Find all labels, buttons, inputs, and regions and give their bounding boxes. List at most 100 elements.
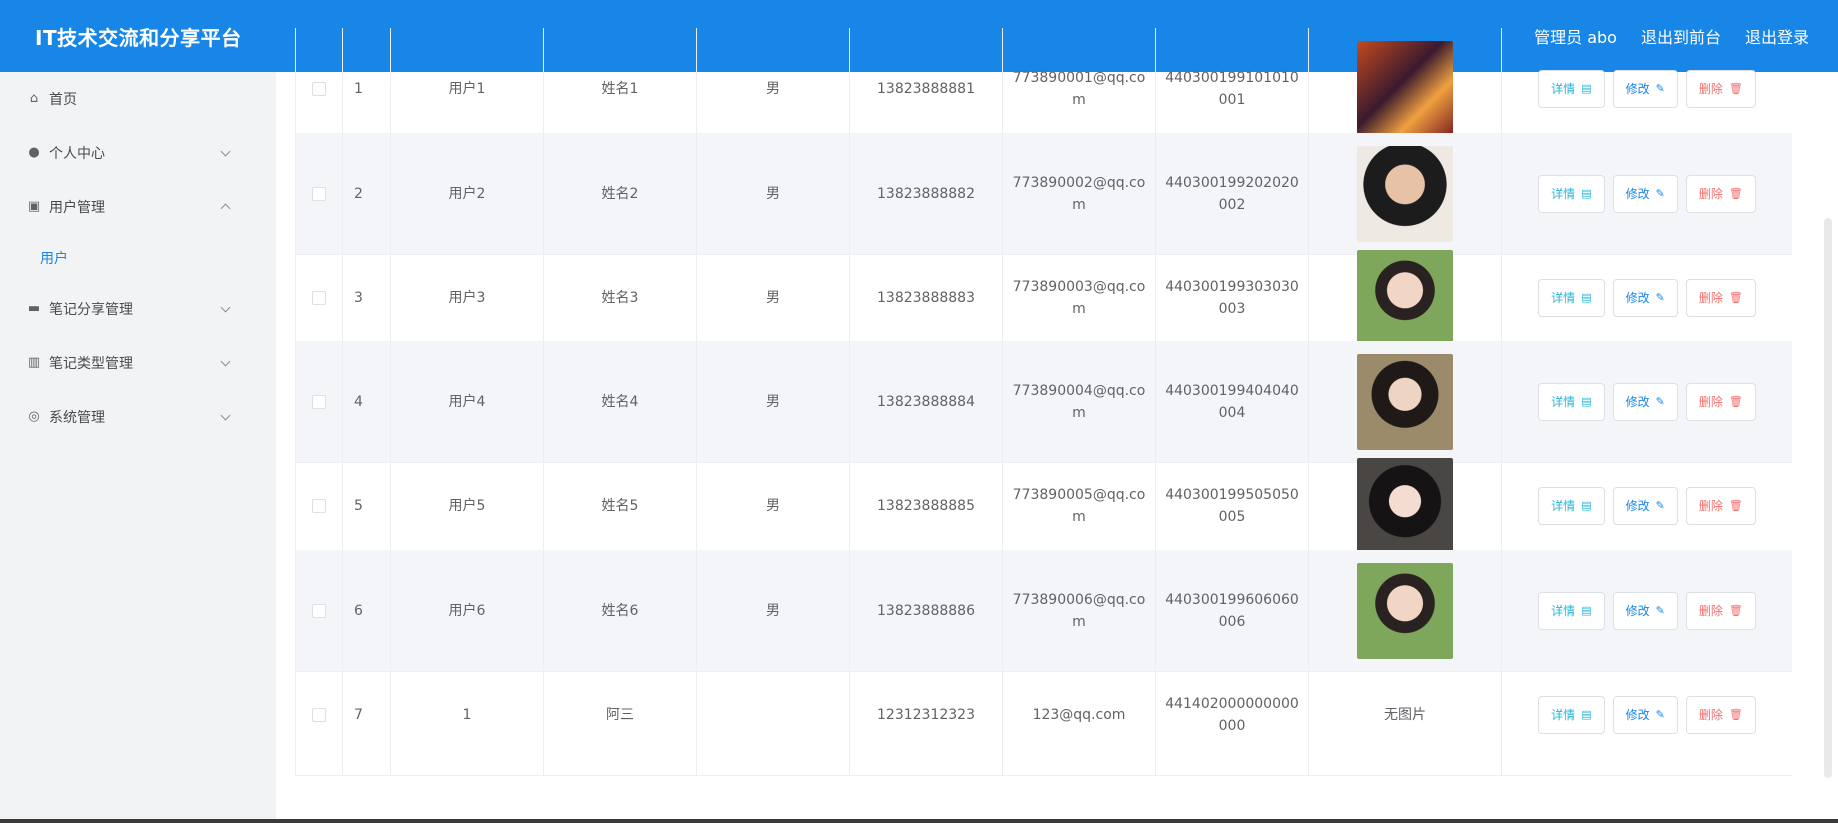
cell-gender: 男 [697,445,850,566]
edit-button[interactable]: 修改 ✎ [1612,695,1678,734]
sidebar-item-user-management[interactable]: ▣ 用户管理 [0,180,276,234]
cell-photo: 无图片 [1309,654,1502,775]
document-icon: ▤ [1581,394,1592,408]
user-icon: ● [28,145,40,160]
document-icon: ▤ [1581,707,1592,721]
cell-index: 5 [343,445,391,566]
edit-button[interactable]: 修改 ✎ [1612,591,1678,630]
row-checkbox[interactable] [312,498,326,513]
cell-gender: 男 [697,550,850,671]
edit-button-label: 修改 [1625,498,1650,513]
detail-button[interactable]: 详情 ▤ [1538,278,1605,317]
edit-button[interactable]: 修改 ✎ [1612,382,1678,421]
cell-index: 3 [343,237,391,358]
detail-button[interactable]: 详情 ▤ [1538,591,1605,630]
window-bottom-edge [0,819,1838,823]
edit-button[interactable]: 修改 ✎ [1612,174,1678,213]
edit-icon: ✎ [1655,81,1665,95]
cell-id-card: 440300199101010001 [1156,28,1309,149]
cell-email: 773890001@qq.com [1003,28,1156,149]
cell-photo [1309,133,1502,254]
edit-button-label: 修改 [1625,394,1650,409]
detail-button-label: 详情 [1551,707,1576,722]
detail-button-label: 详情 [1551,186,1576,201]
row-checkbox[interactable] [312,707,326,722]
cell-photo [1309,445,1502,566]
scrollbar-thumb[interactable] [1824,218,1832,778]
edit-icon: ✎ [1655,603,1665,617]
cell-index: 7 [343,654,391,775]
cell-id-card: 440300199606060006 [1156,550,1309,671]
compass-icon: ◎ [28,409,40,424]
trash-icon: 🗑 [1728,498,1743,512]
chevron-down-icon [220,410,231,421]
row-checkbox[interactable] [312,394,326,409]
cell-email: 773890002@qq.com [1003,133,1156,254]
chevron-down-icon [220,356,231,367]
row-checkbox[interactable] [312,603,326,618]
edit-icon: ✎ [1655,498,1665,512]
cell-index: 6 [343,550,391,671]
detail-button-label: 详情 [1551,290,1576,305]
chevron-up-icon [220,203,231,214]
delete-button[interactable]: 删除 🗑 [1685,69,1756,108]
row-checkbox-cell [295,341,343,462]
cell-name: 姓名3 [544,237,697,358]
delete-button[interactable]: 删除 🗑 [1685,695,1756,734]
sidebar-item-note-share[interactable]: ▬ 笔记分享管理 [0,282,276,336]
edit-button-label: 修改 [1625,186,1650,201]
trash-icon: 🗑 [1728,290,1743,304]
edit-button[interactable]: 修改 ✎ [1612,278,1678,317]
delete-button[interactable]: 删除 🗑 [1685,486,1756,525]
cell-actions: 详情 ▤ 修改 ✎ 删除 🗑 [1502,654,1792,775]
cell-id-card: 440300199404040004 [1156,341,1309,462]
detail-button[interactable]: 详情 ▤ [1538,382,1605,421]
user-photo [1357,562,1453,659]
sidebar-item-note-type[interactable]: ▥ 笔记类型管理 [0,336,276,390]
trash-icon: 🗑 [1728,603,1743,617]
cell-name: 姓名2 [544,133,697,254]
detail-button[interactable]: 详情 ▤ [1538,174,1605,213]
sidebar-item-system[interactable]: ◎ 系统管理 [0,390,276,444]
edit-button-label: 修改 [1625,603,1650,618]
row-checkbox-cell [295,133,343,254]
user-photo [1357,353,1453,450]
detail-button[interactable]: 详情 ▤ [1538,69,1605,108]
detail-button[interactable]: 详情 ▤ [1538,695,1605,734]
delete-button[interactable]: 删除 🗑 [1685,174,1756,213]
sidebar-item-home[interactable]: ⌂ 首页 [0,72,276,126]
cell-phone: 13823888884 [850,341,1003,462]
cell-phone: 13823888885 [850,445,1003,566]
cell-index: 2 [343,133,391,254]
row-checkbox[interactable] [312,81,326,96]
cell-gender: 男 [697,28,850,149]
row-checkbox[interactable] [312,290,326,305]
cell-photo [1309,341,1502,462]
sidebar-item-label: 笔记类型管理 [49,356,133,372]
detail-button[interactable]: 详情 ▤ [1538,486,1605,525]
cell-gender: 男 [697,341,850,462]
table-row: 1 用户1 姓名1 男 13823888881 773890001@qq.com… [295,28,1792,150]
user-photo [1357,457,1453,554]
row-checkbox-cell [295,28,343,149]
sidebar-subitem-user[interactable]: 用户 [0,234,276,282]
delete-button[interactable]: 删除 🗑 [1685,278,1756,317]
delete-button[interactable]: 删除 🗑 [1685,591,1756,630]
scrollbar[interactable] [1818,72,1838,823]
cell-name: 姓名5 [544,445,697,566]
sidebar-item-personal-center[interactable]: ● 个人中心 [0,126,276,180]
chevron-down-icon [220,302,231,313]
cell-email: 773890004@qq.com [1003,341,1156,462]
edit-button[interactable]: 修改 ✎ [1612,69,1678,108]
cell-email: 773890003@qq.com [1003,237,1156,358]
edit-button[interactable]: 修改 ✎ [1612,486,1678,525]
cell-phone: 13823888883 [850,237,1003,358]
cell-actions: 详情 ▤ 修改 ✎ 删除 🗑 [1502,28,1792,149]
cell-phone: 13823888882 [850,133,1003,254]
library-icon: ▥ [27,355,41,370]
edit-icon: ✎ [1655,394,1665,408]
clipboard-icon: ▣ [27,199,41,214]
row-checkbox[interactable] [312,186,326,201]
cell-photo [1309,237,1502,358]
delete-button[interactable]: 删除 🗑 [1685,382,1756,421]
